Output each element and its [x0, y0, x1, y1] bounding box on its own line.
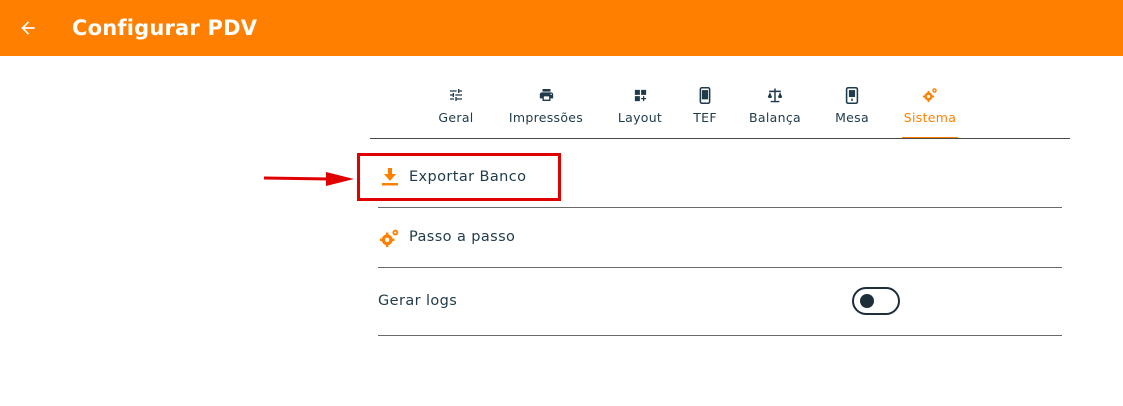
printer-icon [538, 84, 555, 106]
tab-label: Layout [617, 110, 663, 125]
tab-mesa[interactable]: Mesa [832, 78, 872, 138]
tab-impressoes[interactable]: Impressões [503, 78, 589, 138]
tab-tef[interactable]: TEF [690, 78, 720, 138]
settings-tabs: Geral Impressões Layout TEF Balança Mesa [370, 78, 1070, 139]
annotation-arrow-icon [264, 172, 354, 186]
gears-icon [921, 84, 939, 106]
layout-grid-icon [633, 84, 648, 106]
annotation-highlight-box [357, 153, 561, 201]
tab-label: TEF [693, 110, 717, 125]
step-by-step-item[interactable]: Passo a passo [378, 208, 1062, 268]
tab-balanca[interactable]: Balança [745, 78, 805, 138]
gears-icon [378, 228, 400, 252]
tab-label: Sistema [903, 110, 957, 125]
step-by-step-label: Passo a passo [409, 229, 516, 245]
tabs-divider [370, 138, 1070, 139]
phone-icon [699, 84, 711, 106]
generate-logs-label: Gerar logs [378, 293, 458, 309]
generate-logs-toggle[interactable] [852, 287, 900, 315]
divider [378, 335, 1062, 336]
tab-label: Impressões [508, 110, 584, 125]
page-title: Configurar PDV [72, 16, 258, 40]
tab-label: Geral [438, 110, 474, 125]
tab-layout[interactable]: Layout [614, 78, 666, 138]
tab-sistema[interactable]: Sistema [902, 78, 958, 139]
tab-label: Balança [749, 110, 801, 125]
tab-label: Mesa [835, 110, 869, 125]
scale-icon [766, 84, 784, 106]
app-bar: Configurar PDV [0, 0, 1123, 56]
tablet-icon [845, 84, 859, 106]
tab-geral[interactable]: Geral [432, 78, 480, 138]
generate-logs-item: Gerar logs [378, 268, 1062, 336]
back-button[interactable] [14, 14, 42, 42]
sliders-icon [448, 84, 464, 106]
arrow-left-icon [21, 21, 35, 35]
toggle-knob [860, 294, 874, 308]
